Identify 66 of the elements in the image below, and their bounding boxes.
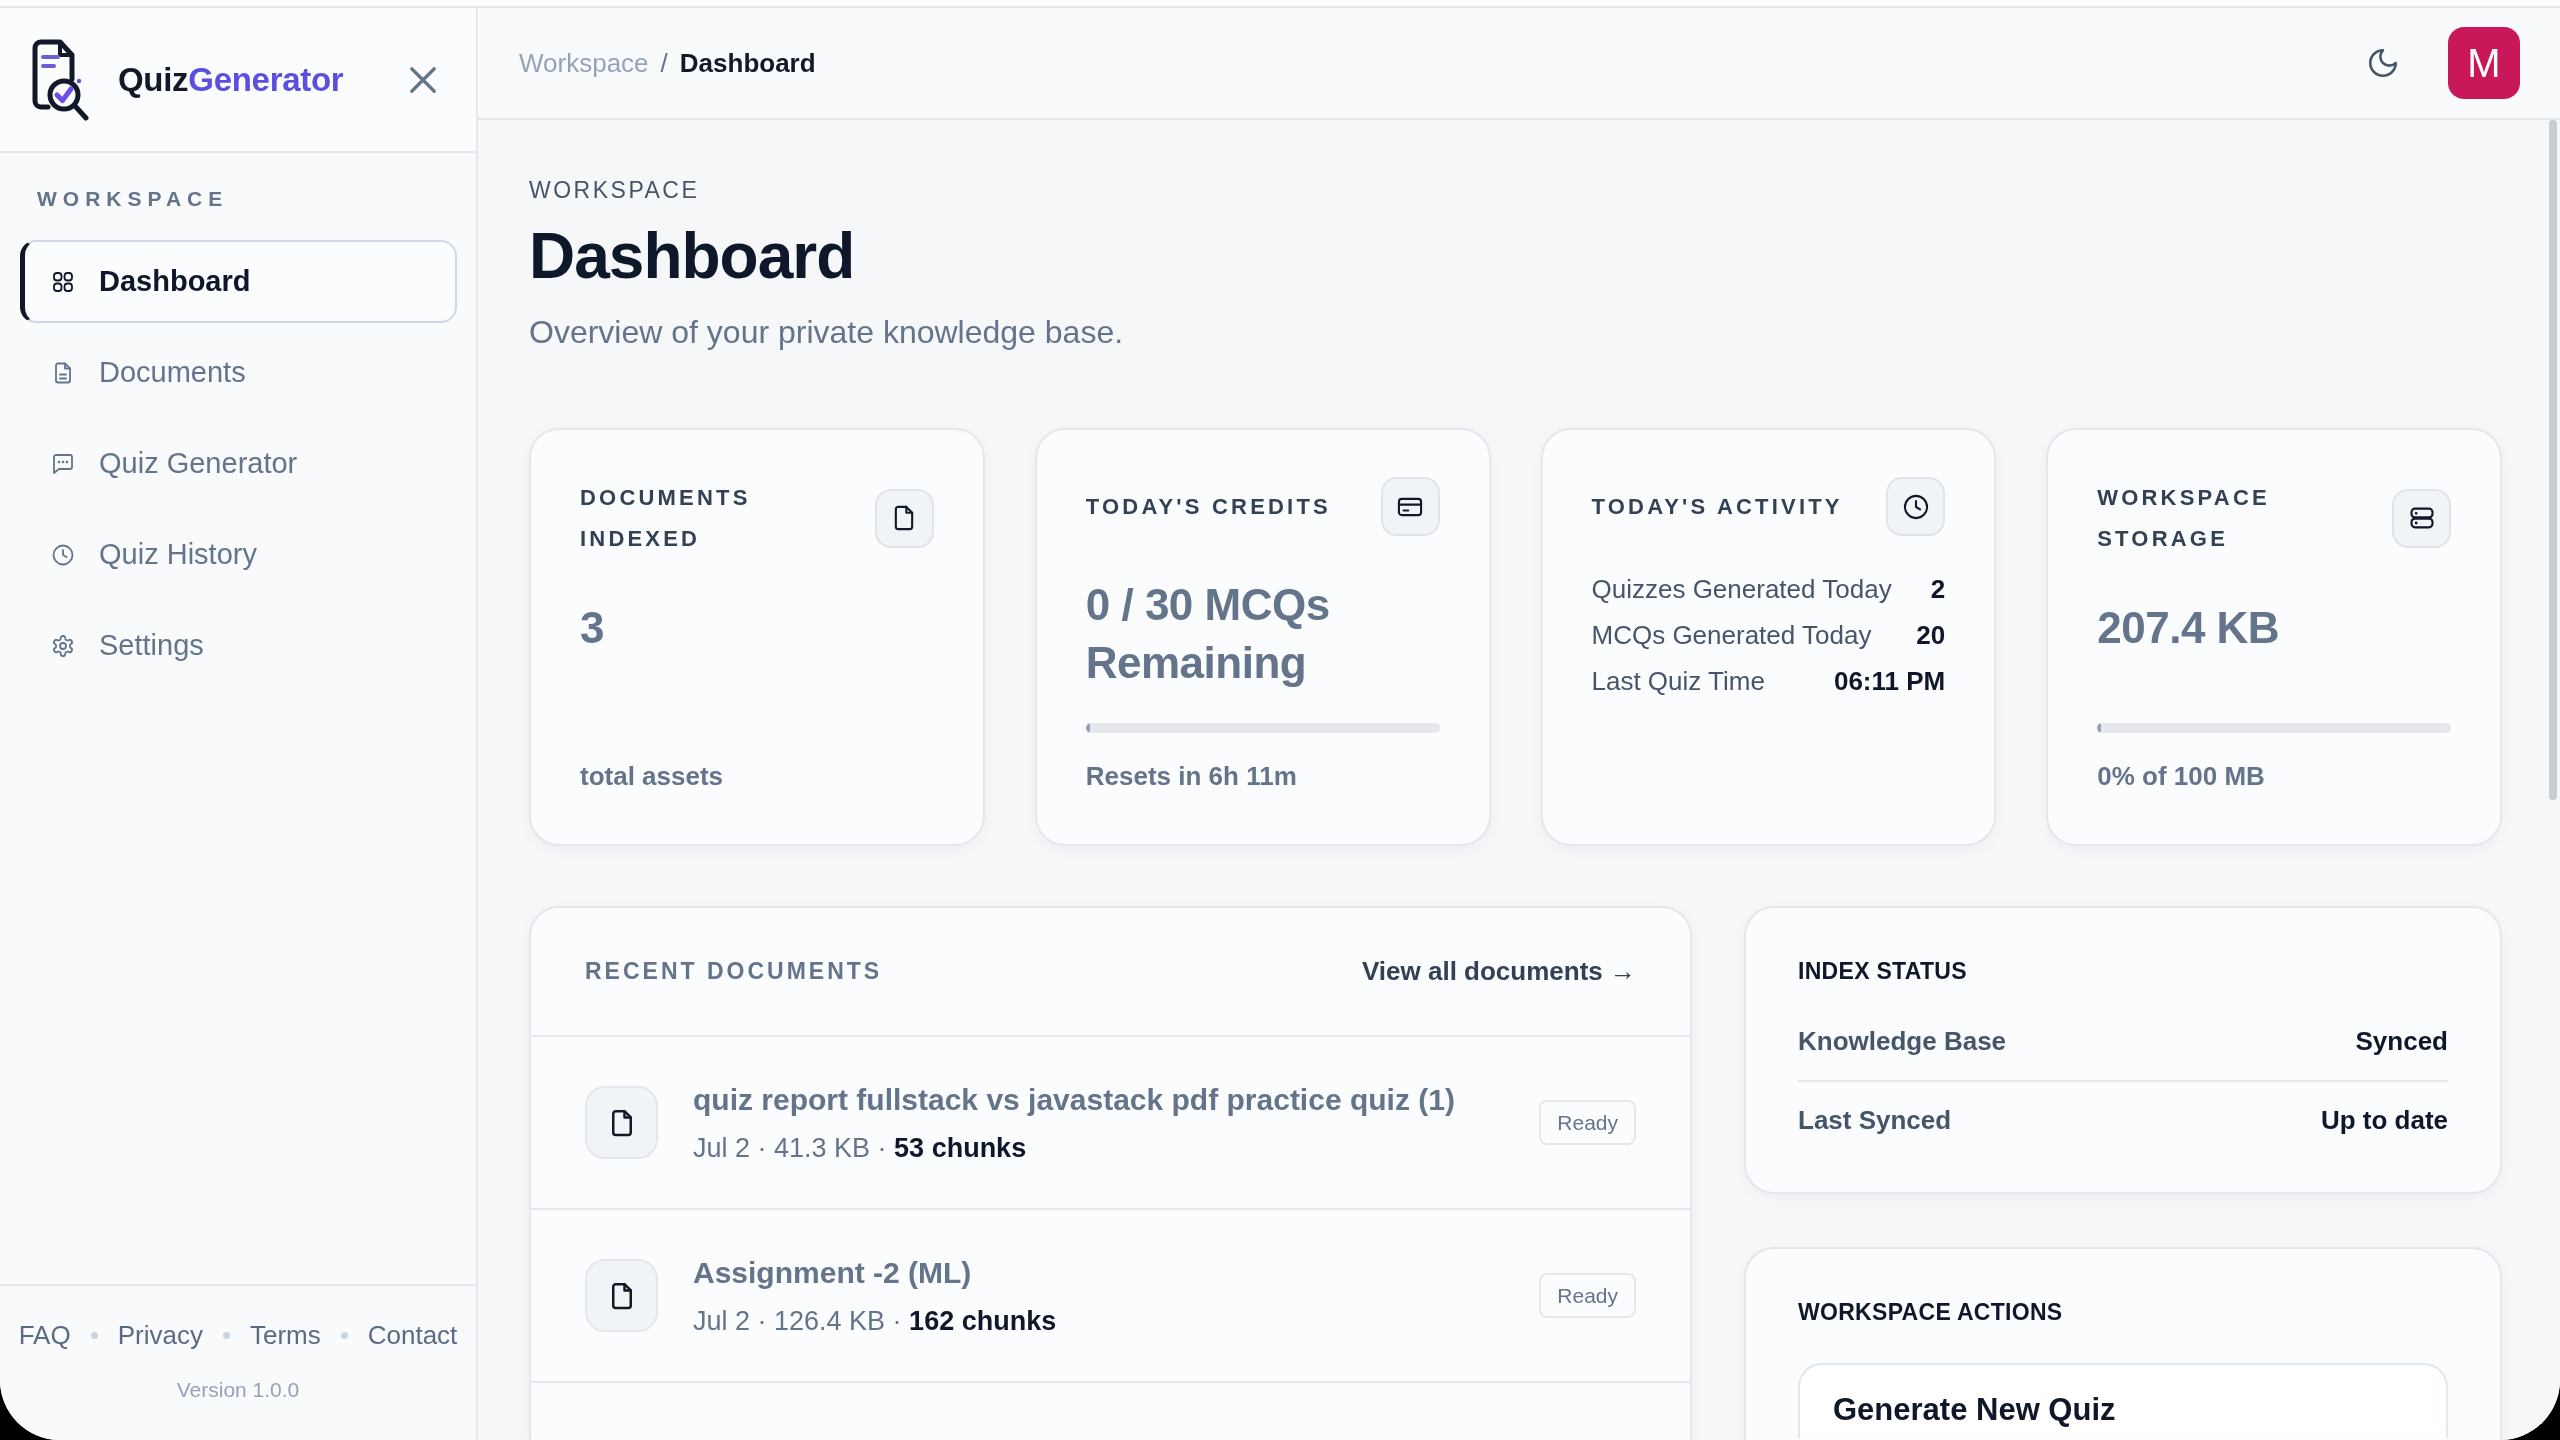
status-value: Up to date xyxy=(2320,1105,2448,1136)
status-value: Synced xyxy=(2355,1026,2448,1057)
close-icon[interactable] xyxy=(408,64,438,95)
logo-icon xyxy=(32,38,90,121)
breadcrumb-separator: / xyxy=(660,47,668,79)
gear-icon xyxy=(51,633,75,658)
activity-label: MCQs Generated Today xyxy=(1591,620,1872,651)
separator-dot-icon xyxy=(222,1331,230,1339)
file-icon xyxy=(585,1086,658,1159)
document-icon xyxy=(874,488,934,548)
stat-label: TODAY'S ACTIVITY xyxy=(1591,493,1843,521)
stat-value: 0 / 30 MCQs Remaining xyxy=(1085,579,1331,689)
stat-value: 207.4 KB xyxy=(2097,602,2281,654)
status-badge: Ready xyxy=(1539,1100,1636,1145)
nav-item[interactable]: Settings xyxy=(20,604,457,687)
panel-title: WORKSPACE ACTIONS xyxy=(1798,1299,2064,1325)
document-meta: Jul 2 · 126.4 KB · 162 chunks xyxy=(693,1305,1057,1337)
footer-link[interactable]: Terms xyxy=(249,1320,321,1350)
hard-drive-icon xyxy=(2392,488,2451,548)
avatar-button[interactable]: M xyxy=(2448,27,2520,99)
page-subtitle: Overview of your private knowledge base. xyxy=(529,313,1125,351)
status-badge: Ready xyxy=(1539,1273,1636,1318)
file-icon xyxy=(585,1259,658,1332)
nav-item[interactable]: Documents xyxy=(20,331,457,414)
section-heading: RECENT DOCUMENTS xyxy=(585,958,883,985)
stat-caption: Resets in 6h 11m xyxy=(1085,761,1298,792)
stat-label: WORKSPACE STORAGE xyxy=(2097,484,2271,553)
stat-label: TODAY'S CREDITS xyxy=(1085,493,1331,521)
nav-item[interactable]: Quiz History xyxy=(20,513,457,596)
document-title[interactable]: Assignment -2 (ML) xyxy=(693,1254,972,1291)
footer-link[interactable]: FAQ xyxy=(18,1320,71,1350)
page-eyebrow: WORKSPACE xyxy=(529,176,701,204)
chat-bubble-icon xyxy=(51,451,75,476)
view-all-link[interactable]: View all documents → xyxy=(1361,956,1636,987)
section-label: WORKSPACE xyxy=(36,186,230,211)
document-title[interactable]: quiz report fullstack vs javastack pdf practice quiz (1) xyxy=(693,1081,1455,1118)
stat-caption: 0% of 100 MB xyxy=(2097,761,2266,792)
breadcrumb-current[interactable]: Dashboard xyxy=(679,47,816,79)
status-label: Knowledge Base xyxy=(1798,1026,2007,1057)
stat-label: DOCUMENTS INDEXED xyxy=(580,484,752,553)
footer-link[interactable]: Privacy xyxy=(117,1320,203,1350)
version-text: Version 1.0.0 xyxy=(176,1378,300,1402)
panel-title: INDEX STATUS xyxy=(1798,958,1968,984)
credit-card-icon xyxy=(1380,477,1440,536)
grid-icon xyxy=(51,269,75,294)
status-label: Last Synced xyxy=(1798,1105,1952,1136)
activity-label: Last Quiz Time xyxy=(1591,666,1765,697)
page-title: Dashboard xyxy=(529,219,856,294)
document-meta: Jul 2 · 41.3 KB · 53 chunks xyxy=(693,1132,1027,1164)
activity-label: Quizzes Generated Today xyxy=(1591,574,1892,605)
scrollbar-thumb[interactable] xyxy=(2549,120,2557,800)
activity-value: 06:11 PM xyxy=(1833,666,1946,697)
activity-value: 20 xyxy=(1916,620,1946,651)
nav-item[interactable]: Quiz Generator xyxy=(20,422,457,505)
clock-icon xyxy=(1886,477,1946,536)
stat-value: 3 xyxy=(580,602,605,654)
app-name: QuizGenerator xyxy=(118,60,344,99)
separator-dot-icon xyxy=(90,1331,98,1339)
clock-icon xyxy=(51,542,75,567)
moon-icon[interactable] xyxy=(2366,46,2400,80)
separator-dot-icon xyxy=(340,1331,348,1339)
nav-item[interactable]: Dashboard xyxy=(20,240,457,323)
footer-link[interactable]: Contact xyxy=(367,1320,458,1350)
activity-value: 2 xyxy=(1930,574,1946,605)
action-button[interactable]: Generate New Quiz xyxy=(1798,1363,2448,1438)
stat-caption: total assets xyxy=(580,761,725,792)
